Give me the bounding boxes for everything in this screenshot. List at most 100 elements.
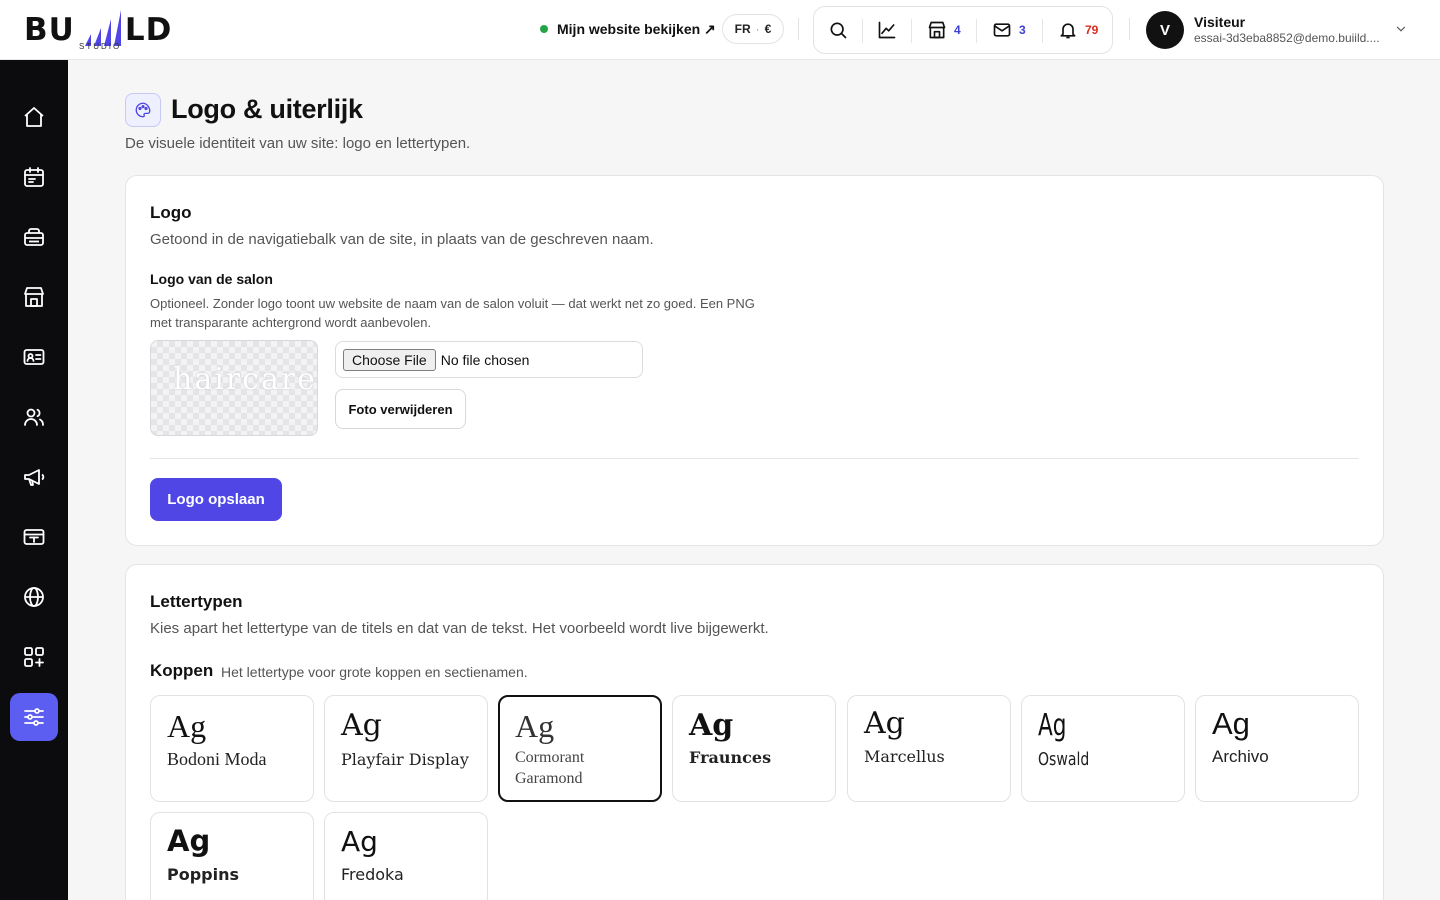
top-bar: BU LD STUDIO Mijn website bekijken ↗ FR ·… [0,0,1440,60]
sidebar-item-website[interactable] [10,573,58,621]
home-icon [24,107,44,127]
font-option-playfair-display[interactable]: Ag Playfair Display [324,695,488,802]
font-name: Fraunces [689,748,772,767]
palette-icon-badge [125,93,161,127]
avatar: V [1146,11,1184,49]
headings-help: Het lettertype voor grote koppen en sect… [221,664,528,680]
store-icon [928,21,946,39]
divider [1129,18,1130,40]
logo-preview: haircare [150,340,318,436]
language-code: FR [734,22,751,36]
font-name: Archivo [1212,747,1269,766]
font-name: Cormorant Garamond [515,749,585,787]
sidebar-item-marketing[interactable] [10,453,58,501]
font-sample: Ag [167,824,211,858]
sidebar-item-apps[interactable] [10,633,58,681]
palette-icon [135,102,151,118]
search-icon [830,22,847,39]
font-sample: Ag [1212,706,1250,741]
sidebar [0,60,68,900]
globe-icon [24,587,44,607]
settings-sliders-icon [24,708,44,726]
sidebar-item-team[interactable] [10,393,58,441]
calendar-icon [24,167,44,187]
font-name: Marcellus [864,747,945,766]
sidebar-item-services[interactable] [10,213,58,261]
font-sample: Ag [864,706,905,741]
currency-symbol: € [764,22,772,36]
apps-icon [24,647,44,667]
online-status-dot [540,25,548,33]
fonts-section-subtitle: Kies apart het lettertype van de titels … [150,620,769,637]
language-currency-switch[interactable]: FR · € [722,14,784,44]
fonts-card: Lettertypen Kies apart het lettertype va… [125,564,1384,900]
divider [976,19,977,43]
divider [862,19,863,43]
brand-subtitle: STUDIO [79,42,122,51]
notifications-button[interactable]: 79 [1058,19,1098,41]
font-option-fredoka[interactable]: Ag Fredoka [324,812,488,900]
font-sample: Ag [167,708,207,744]
divider [798,18,799,40]
messages-button[interactable]: 3 [992,19,1026,41]
mail-icon [993,23,1011,37]
bell-icon [1060,23,1076,39]
font-option-marcellus[interactable]: Ag Marcellus [847,695,1011,802]
stats-button[interactable] [877,19,897,41]
sidebar-item-payments[interactable] [10,513,58,561]
font-option-cormorant-garamond[interactable]: Ag Cormorant Garamond [498,695,662,802]
font-option-poppins[interactable]: Ag Poppins [150,812,314,900]
brand-bars-icon [85,10,121,46]
logo-file-input[interactable]: Choose File No file chosen [335,341,643,378]
font-sample: Ag [689,708,734,743]
toolbar-group: 4 3 79 [813,6,1113,54]
lang-separator: · [755,22,760,36]
salons-button[interactable]: 4 [927,19,961,41]
fonts-section-title: Lettertypen [150,592,243,611]
user-menu[interactable]: V Visiteur essai-3d3eba8852@demo.buiild.… [1146,10,1416,50]
store-icon [24,287,44,307]
services-icon [24,228,44,246]
logo-field-help: Optioneel. Zonder logo toont uw website … [150,296,755,330]
user-name: Visiteur [1194,14,1246,30]
font-sample: Ag [341,825,378,858]
chevron-down-icon [1396,26,1406,32]
contact-card-icon [23,349,45,365]
messages-count: 3 [1019,23,1026,37]
page-subtitle: De visuele identiteit van uw site: logo … [125,135,471,152]
font-name: Playfair Display [341,750,469,769]
notifications-count: 79 [1085,23,1099,37]
sidebar-item-appearance[interactable] [10,693,58,741]
view-website-link[interactable]: Mijn website bekijken ↗ [540,18,716,40]
font-option-archivo[interactable]: Ag Archivo [1195,695,1359,802]
sidebar-item-contacts[interactable] [10,333,58,381]
font-option-oswald[interactable]: Ag Oswald [1021,695,1185,802]
font-option-bodoni-moda[interactable]: Ag Bodoni Moda [150,695,314,802]
font-option-fraunces[interactable]: Ag Fraunces [672,695,836,802]
users-icon [24,408,44,426]
divider [1042,19,1043,43]
headings-label: Koppen [150,661,214,680]
sidebar-item-home[interactable] [10,93,58,141]
remove-photo-button[interactable]: Foto verwijderen [335,389,466,429]
divider [911,19,912,43]
font-name: Poppins [167,865,240,884]
logo-section-title: Logo [150,203,192,222]
search-button[interactable] [828,19,848,41]
save-logo-button[interactable]: Logo opslaan [150,478,282,521]
logo-card: Logo Getoond in de navigatiebalk van de … [125,175,1384,546]
font-sample: Ag [515,708,555,744]
user-email: essai-3d3eba8852@demo.buiild.... [1194,31,1380,45]
page-title: Logo & uiterlijk [171,94,363,124]
font-name: Oswald [1038,749,1090,770]
font-sample: Ag [341,708,382,743]
font-name: Fredoka [341,865,404,884]
font-name: Bodoni Moda [167,749,267,769]
chart-icon [878,21,896,39]
choose-file-button[interactable]: Choose File [343,348,436,371]
logo-section-subtitle: Getoond in de navigatiebalk van de site,… [150,231,654,248]
file-status: No file chosen [440,351,530,368]
brand-logo[interactable]: BU LD STUDIO [24,8,184,52]
sidebar-item-salon[interactable] [10,273,58,321]
sidebar-item-calendar[interactable] [10,153,58,201]
